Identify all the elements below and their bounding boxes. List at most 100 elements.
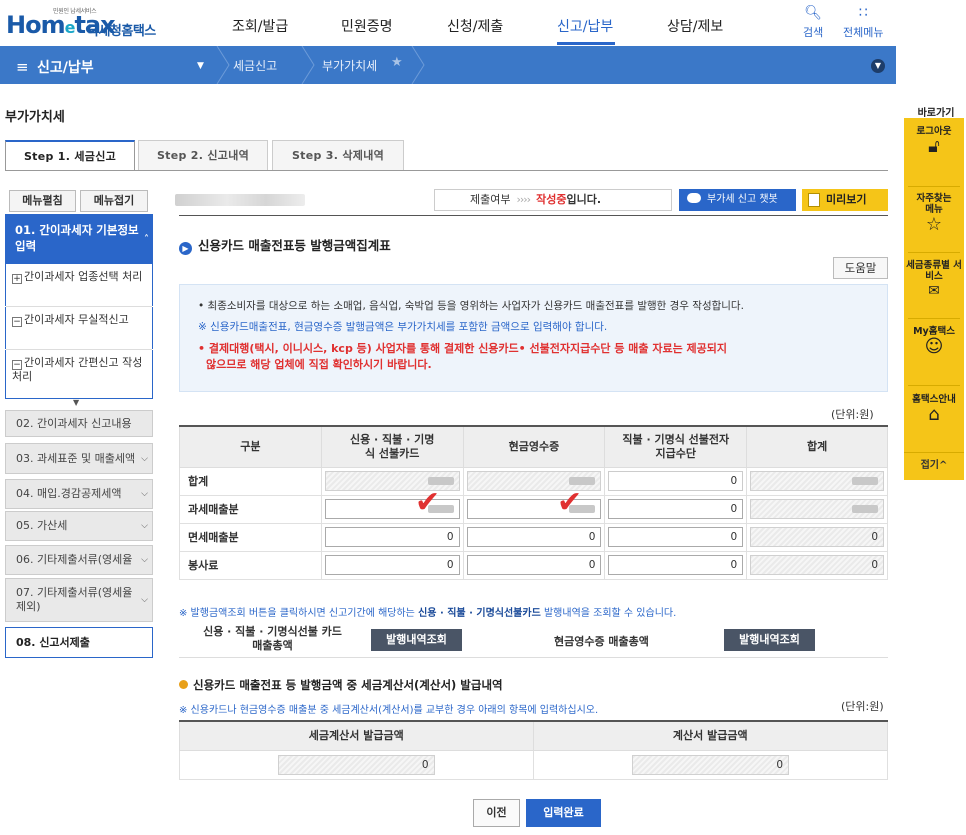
service-card-input[interactable]: 0 xyxy=(324,555,460,575)
row-label: 봉사료 xyxy=(179,550,322,580)
page-title: 부가가치세 xyxy=(5,110,65,125)
quick-hometax-guide[interactable]: 홈택스안내 ⌂ xyxy=(904,394,964,425)
service-prepaid-input[interactable]: 0 xyxy=(608,555,744,575)
nav-active-indicator xyxy=(557,42,615,45)
table-row-total: 합계 0 xyxy=(179,466,888,496)
location-menu-title[interactable]: 신고/납부 xyxy=(37,57,94,77)
tab-step3[interactable]: Step 3. 삭제내역 xyxy=(272,140,404,170)
col-header: 현금영수증 xyxy=(462,425,606,468)
sidebar-subitem-simple-report[interactable]: − 간이과세자 간편신고 작성 처리 xyxy=(5,350,153,391)
all-menu-button[interactable]: ∷ 전체메뉴 xyxy=(843,6,883,40)
exempt-prepaid-input[interactable]: 0 xyxy=(608,527,744,547)
exempt-cash-input[interactable]: 0 xyxy=(466,527,602,547)
cash-total-label: 현금영수증 매출총액 xyxy=(554,635,649,648)
quick-tax-service[interactable]: 세금종류별 서비스 ✉ xyxy=(904,260,964,298)
dropdown-icon[interactable]: ▼ xyxy=(197,61,204,71)
nav-report-pay[interactable]: 신고/납부 xyxy=(557,16,613,36)
info-warning: • 결제대행(택시, 이니시스, kcp 등) 사업자를 통해 결제한 신용카드… xyxy=(198,342,728,355)
help-button[interactable]: 도움말 xyxy=(833,257,888,279)
nav-apply[interactable]: 신청/제출 xyxy=(447,16,503,36)
invoice-amount-field: 0 xyxy=(631,754,789,775)
table-cell: 0 xyxy=(746,550,888,580)
sidebar-item-04[interactable]: 04. 매입.경감공제세액 ⌵ xyxy=(5,479,153,509)
table-row-service: 봉사료 0 0 0 0 xyxy=(179,550,888,580)
tab-step1[interactable]: Step 1. 세금신고 xyxy=(5,140,135,171)
check-mark-icon: ✔ xyxy=(415,485,441,520)
breadcrumb-vat[interactable]: 부가가치세 xyxy=(322,57,377,74)
breadcrumb-separator xyxy=(411,46,425,84)
nav-consult[interactable]: 상담/제보 xyxy=(667,16,723,36)
chat-icon xyxy=(687,193,701,203)
quick-my-hometax[interactable]: My홈택스 ☺ xyxy=(904,326,964,357)
sidebar-item-03[interactable]: 03. 과세표준 및 매출세액 ⌵ xyxy=(5,443,153,474)
row-label: 과세매출분 xyxy=(179,494,322,524)
bullet-icon xyxy=(179,680,188,689)
search-button[interactable]: 🔍︎ 검색 xyxy=(803,6,823,40)
invoice-table: 세금계산서 발급금액 계산서 발급금액 0 0 xyxy=(179,720,888,780)
table-cell xyxy=(462,494,606,524)
prev-button[interactable]: 이전 xyxy=(473,799,520,827)
table-cell xyxy=(320,494,464,524)
col-header: 구분 xyxy=(179,425,322,468)
table-cell: 0 xyxy=(532,749,888,780)
table-row: 0 0 xyxy=(179,749,888,780)
caret-down-icon: ▼ xyxy=(73,398,80,407)
taxable-sum-field xyxy=(750,499,884,519)
collapse-all-button[interactable]: 메뉴접기 xyxy=(80,190,148,212)
location-bar: ≡ 신고/납부 ▼ 세금신고 부가가치세 ★ ▼ xyxy=(0,46,896,84)
check-mark-icon: ✔ xyxy=(557,485,583,520)
unlock-icon: 🔓︎ xyxy=(928,136,940,157)
vat-chatbot-button[interactable]: 부가세 신고 챗봇 xyxy=(679,189,796,211)
tab-step2[interactable]: Step 2. 신고내역 xyxy=(138,140,268,170)
taxable-prepaid-input[interactable]: 0 xyxy=(608,499,744,519)
sidebar-item-07[interactable]: 07. 기타제출서류(영세율 제외) ⌵ xyxy=(5,578,153,622)
info-text: • 최종소비자를 대상으로 하는 소매업, 음식업, 숙박업 등을 영위하는 사… xyxy=(198,300,744,312)
service-cash-input[interactable]: 0 xyxy=(466,555,602,575)
user-icon: ☺ xyxy=(924,336,944,357)
exempt-card-input[interactable]: 0 xyxy=(324,527,460,547)
document-icon xyxy=(808,193,820,207)
logo-subtitle: 국세청홈택스 xyxy=(87,24,156,39)
sidebar-item-05[interactable]: 05. 가산세 ⌵ xyxy=(5,511,153,541)
unit-label: (단위:원) xyxy=(831,408,874,421)
cash-lookup-button[interactable]: 발행내역조회 xyxy=(724,629,815,651)
table-cell: 0 xyxy=(604,550,748,580)
col-header: 계산서 발급금액 xyxy=(532,720,888,751)
col-header: 합계 xyxy=(746,425,888,468)
breadcrumb-tax-report[interactable]: 세금신고 xyxy=(233,57,277,74)
lookup-note: ※ 발행금액조회 버튼을 클릭하시면 신고기간에 해당하는 신용 · 직불 · … xyxy=(179,608,677,619)
favorite-star-icon[interactable]: ★ xyxy=(391,55,403,70)
hamburger-icon[interactable]: ≡ xyxy=(16,58,29,76)
section2-title: 신용카드 매출전표 등 발행금액 중 세금계산서(계산서) 발급내역 xyxy=(179,677,503,693)
sidebar-item-08[interactable]: 08. 신고서제출 xyxy=(5,627,153,658)
home-icon: ⌂ xyxy=(928,404,940,425)
complete-button[interactable]: 입력완료 xyxy=(526,799,601,827)
table-cell: 0 xyxy=(604,494,748,524)
expand-all-button[interactable]: 메뉴펼침 xyxy=(9,190,76,212)
sidebar-subitem-no-performance[interactable]: − 간이과세자 무실적신고 xyxy=(5,307,153,349)
nav-lookup[interactable]: 조회/발급 xyxy=(232,16,288,36)
section-title: ▶ 신용카드 매출전표등 발행금액집계표 xyxy=(179,235,391,255)
table-cell: 0 xyxy=(604,522,748,552)
quick-collapse-button[interactable]: 접기^ xyxy=(904,452,964,480)
chevron-down-icon: ⌵ xyxy=(141,489,148,499)
divider xyxy=(908,252,960,253)
expand-circle-icon[interactable]: ▼ xyxy=(871,59,885,73)
preview-button[interactable]: 미리보기 xyxy=(802,189,888,211)
nav-certificate[interactable]: 민원증명 xyxy=(341,16,393,36)
table-cell xyxy=(462,466,606,496)
table-cell: 0 xyxy=(604,466,748,496)
chevron-up-icon: ˄ xyxy=(144,234,149,245)
quick-logout[interactable]: 로그아웃 🔓︎ xyxy=(904,126,964,157)
star-icon: ☆ xyxy=(925,214,943,235)
search-icon: 🔍︎ xyxy=(804,5,823,21)
section2-note: ※ 신용카드나 현금영수증 매출분 중 세금계산서(계산서)를 교부한 경우 아… xyxy=(179,705,599,716)
arrow-circle-icon: ▶ xyxy=(179,242,192,255)
card-sales-table: 구분 신용 · 직불 · 기명식 선불카드 현금영수증 직불 · 기명식 선불전… xyxy=(179,425,888,580)
sidebar-item-02[interactable]: 02. 간이과세자 신고내용 xyxy=(5,410,153,437)
card-lookup-button[interactable]: 발행내역조회 xyxy=(371,629,462,651)
sidebar-item-basic-info[interactable]: 01. 간이과세자 기본정보 입력 ˄ xyxy=(5,214,153,264)
sidebar-subitem-industry[interactable]: + 간이과세자 업종선택 처리 xyxy=(5,264,153,306)
quick-favorite-menu[interactable]: 자주찾는 메뉴 ☆ xyxy=(904,193,964,235)
sidebar-item-06[interactable]: 06. 기타제출서류(영세율 ⌵ xyxy=(5,545,153,575)
